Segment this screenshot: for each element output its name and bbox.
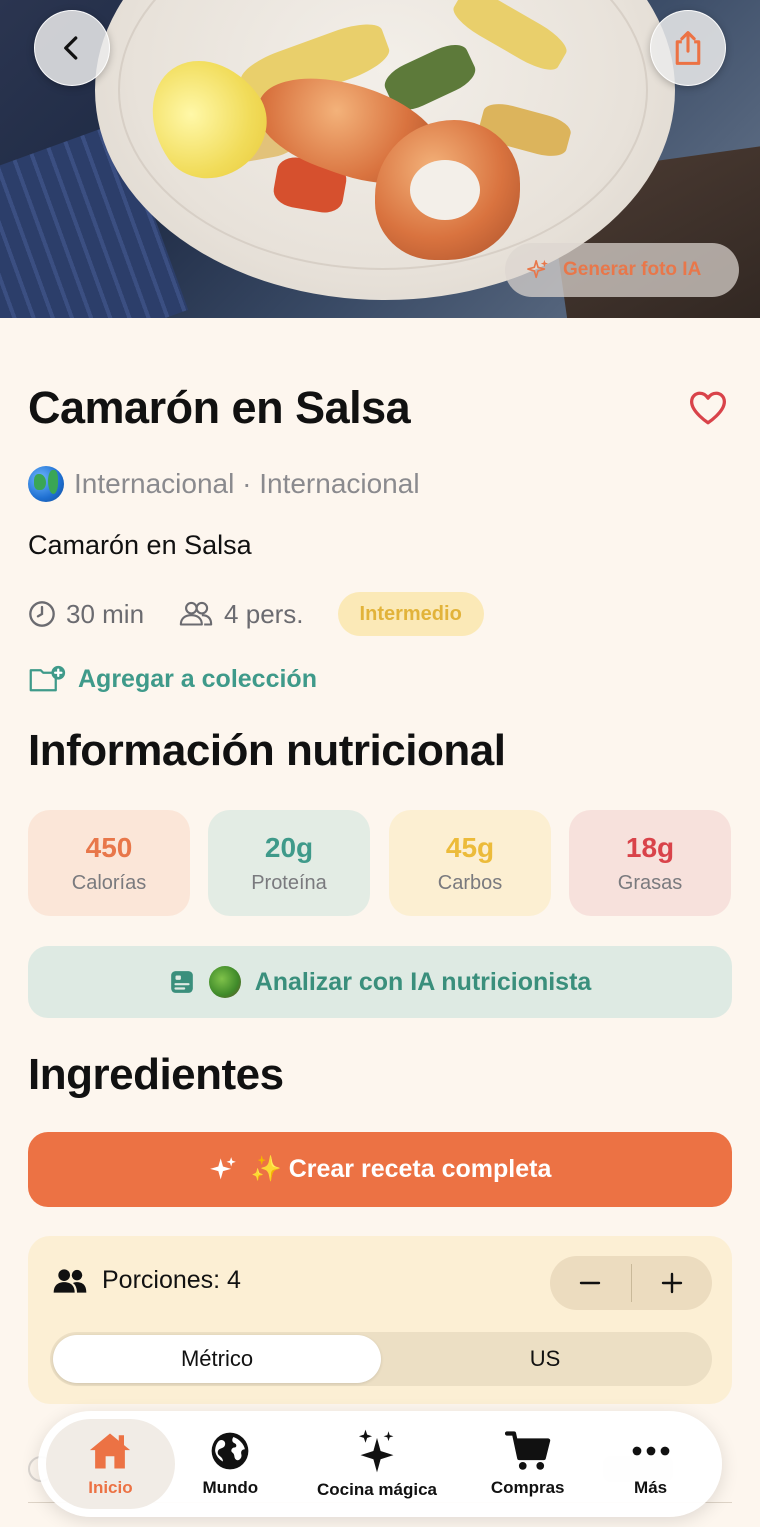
increase-portions-button[interactable] bbox=[632, 1256, 713, 1310]
tab-mas[interactable]: Más bbox=[587, 1419, 714, 1509]
cook-time: 30 min bbox=[28, 599, 144, 630]
generate-ai-photo-button[interactable]: Generar foto IA bbox=[505, 243, 739, 297]
ingredients-section-title: Ingredientes bbox=[28, 1050, 284, 1099]
unit-segmented-control: Métrico US bbox=[50, 1332, 712, 1386]
minus-icon bbox=[580, 1281, 601, 1285]
tab-cocina-magica[interactable]: Cocina mágica bbox=[286, 1419, 468, 1509]
nutrition-label: Proteína bbox=[251, 872, 327, 894]
nutrition-label: Calorías bbox=[71, 872, 147, 894]
generate-ai-photo-label: Generar foto IA bbox=[563, 259, 702, 280]
portions-text: Porciones: 4 bbox=[102, 1266, 241, 1294]
recipe-subtitle: Camarón en Salsa bbox=[28, 530, 252, 560]
tab-label: Más bbox=[634, 1478, 668, 1497]
chevron-left-icon bbox=[64, 36, 78, 60]
people-icon bbox=[179, 601, 213, 626]
nutrition-value: 20g bbox=[264, 832, 314, 863]
unit-option-us[interactable]: US bbox=[381, 1335, 709, 1383]
clock-icon bbox=[29, 601, 55, 627]
tab-inicio[interactable]: Inicio bbox=[46, 1419, 175, 1509]
create-full-recipe-button[interactable]: ✨ Crear receta completa bbox=[28, 1132, 732, 1207]
nutrition-label: Grasas bbox=[617, 872, 683, 894]
sparkles-icon bbox=[358, 1429, 394, 1473]
recipe-hero-image: Generar foto IA bbox=[0, 0, 760, 318]
add-to-collection-label: Agregar a colección bbox=[78, 664, 317, 693]
sparkles-icon bbox=[209, 1156, 236, 1179]
sparkles-icon bbox=[527, 259, 549, 279]
tab-label: Inicio bbox=[88, 1478, 133, 1497]
back-button[interactable] bbox=[34, 10, 110, 86]
share-button[interactable] bbox=[650, 10, 726, 86]
nutrition-card-calories: 450 Calorías bbox=[28, 810, 190, 916]
folder-add-icon bbox=[29, 665, 66, 692]
nutrition-card-fat: 18g Grasas bbox=[569, 810, 731, 916]
unit-option-metric[interactable]: Métrico bbox=[53, 1335, 381, 1383]
recipe-origin: Internacional · Internacional bbox=[28, 466, 420, 502]
share-icon bbox=[675, 31, 701, 65]
plus-icon bbox=[661, 1272, 682, 1294]
servings: 4 pers. bbox=[178, 599, 304, 630]
portions-stepper bbox=[550, 1256, 712, 1310]
nutrition-label: Carbos bbox=[437, 872, 503, 894]
tab-compras[interactable]: Compras bbox=[468, 1419, 587, 1509]
home-icon bbox=[90, 1433, 131, 1469]
decrease-portions-button[interactable] bbox=[550, 1256, 631, 1310]
cart-icon bbox=[504, 1431, 550, 1470]
nutrition-card-carbs: 45g Carbos bbox=[389, 810, 551, 916]
bottom-tab-bar: Inicio Mundo Cocina mágica Compras Más bbox=[38, 1411, 722, 1517]
nutrition-value: 45g bbox=[445, 832, 495, 863]
nutrition-card-protein: 20g Proteína bbox=[208, 810, 370, 916]
heart-icon bbox=[690, 391, 726, 425]
recipe-meta: 30 min 4 pers. Intermedio bbox=[28, 592, 484, 636]
favorite-button[interactable] bbox=[688, 390, 728, 431]
analyze-ai-nutritionist-label: Analizar con IA nutricionista bbox=[254, 967, 592, 996]
tab-label: Mundo bbox=[202, 1478, 259, 1497]
difficulty-badge: Intermedio bbox=[337, 592, 484, 636]
tab-label: Compras bbox=[490, 1478, 565, 1497]
tab-mundo[interactable]: Mundo bbox=[175, 1419, 286, 1509]
nutrition-section-title: Información nutricional bbox=[28, 726, 506, 775]
create-full-recipe-label: ✨ Crear receta completa bbox=[250, 1155, 552, 1183]
portions-card: Porciones: 4 Métrico US bbox=[28, 1236, 732, 1404]
globe-icon bbox=[211, 1432, 249, 1470]
tab-label: Cocina mágica bbox=[317, 1480, 438, 1499]
nutrition-value: 450 bbox=[85, 832, 133, 863]
servings-text: 4 pers. bbox=[224, 598, 304, 629]
more-icon bbox=[632, 1446, 669, 1456]
cook-time-text: 30 min bbox=[66, 598, 145, 629]
add-to-collection-button[interactable]: Agregar a colección bbox=[28, 664, 317, 694]
recipe-title: Camarón en Salsa bbox=[28, 382, 411, 433]
people-icon bbox=[53, 1268, 87, 1293]
globe-emoji-icon bbox=[28, 466, 64, 502]
portions: Porciones: 4 bbox=[52, 1266, 241, 1295]
analyze-ai-nutritionist-button[interactable]: Analizar con IA nutricionista bbox=[28, 946, 732, 1018]
recipe-origin-text: Internacional · Internacional bbox=[74, 468, 420, 499]
salad-emoji-icon bbox=[208, 966, 241, 998]
report-icon bbox=[170, 971, 193, 993]
nutrition-value: 18g bbox=[625, 832, 675, 863]
